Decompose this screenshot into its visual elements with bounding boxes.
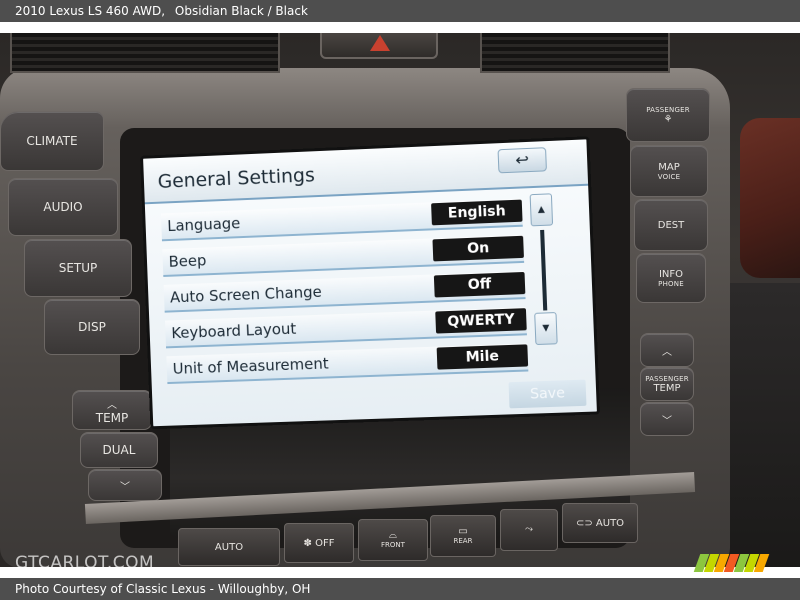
arrow-down-icon: ▼ <box>542 323 550 334</box>
front-defrost-icon: ⌓ <box>389 530 397 541</box>
dual-label: DUAL <box>102 443 136 457</box>
dual-button[interactable]: DUAL <box>80 432 158 468</box>
save-button[interactable]: Save <box>508 379 587 409</box>
hazard-icon <box>370 35 390 51</box>
settings-list: Language English Beep On Auto Screen Cha… <box>144 185 598 430</box>
map-label: MAP <box>658 161 680 173</box>
chevron-up-icon: ︿ <box>107 399 117 411</box>
wood-trim <box>740 118 800 278</box>
setup-button[interactable]: SETUP <box>24 239 132 297</box>
scroll-track[interactable] <box>540 229 548 311</box>
back-button[interactable]: ↩ <box>497 147 547 174</box>
fan-off-button[interactable]: ✽ OFF <box>284 523 354 563</box>
passenger-temp-down-button[interactable]: ﹀ <box>640 402 694 436</box>
arrow-up-icon: ▲ <box>537 204 546 216</box>
auto-recirc-button[interactable]: ⊂⊃ AUTO <box>562 503 638 543</box>
setting-value: On <box>432 235 524 262</box>
gtcarlot-logo <box>693 554 773 572</box>
auto-label: AUTO <box>214 541 244 553</box>
chevron-up-icon: ︿ <box>662 346 672 358</box>
setting-row-auto-screen-change[interactable]: Auto Screen Change Off <box>163 270 526 313</box>
hazard-button[interactable] <box>320 33 438 59</box>
caption-bottom-bar: Photo Courtesy of Classic Lexus - Willou… <box>0 578 800 600</box>
passenger-temp-up-button[interactable]: ︿ <box>640 333 694 367</box>
passenger-temp-label-1: PASSENGER <box>645 374 689 383</box>
setting-label: Keyboard Layout <box>171 319 297 343</box>
disp-button[interactable]: DISP <box>44 299 140 355</box>
photo-credit: Photo Courtesy of Classic Lexus - Willou… <box>15 582 311 596</box>
dest-button[interactable]: DEST <box>634 199 708 251</box>
setting-row-beep[interactable]: Beep On <box>162 234 525 277</box>
setup-label: SETUP <box>58 261 98 275</box>
rear-label: REAR <box>453 537 473 545</box>
setting-row-unit-of-measurement[interactable]: Unit of Measurement Mile <box>166 343 529 385</box>
setting-label: Language <box>166 214 241 236</box>
vehicle-color: Obsidian Black / Black <box>174 4 308 18</box>
passenger-label: PASSENGER <box>646 105 690 114</box>
setting-label: Auto Screen Change <box>169 282 323 307</box>
phone-label: PHONE <box>658 279 684 288</box>
seat-icon: ⚘ <box>663 113 673 125</box>
setting-row-keyboard-layout[interactable]: Keyboard Layout QWERTY <box>165 307 527 349</box>
temp-up-button[interactable]: ︿ TEMP <box>72 390 152 430</box>
setting-value: QWERTY <box>435 308 527 334</box>
fan-icon: ✽ <box>303 537 312 549</box>
air-vent-mode-button[interactable]: ⤳ <box>500 509 558 551</box>
passenger-seat-button[interactable]: PASSENGER ⚘ <box>626 88 710 142</box>
info-phone-button[interactable]: INFO PHONE <box>636 253 706 303</box>
climate-label: CLIMATE <box>26 134 78 148</box>
scroll-up-button[interactable]: ▲ <box>529 193 554 227</box>
dest-label: DEST <box>657 219 685 231</box>
recirc-group: ⊂⊃ AUTO <box>576 518 624 529</box>
navigation-screen: General Settings ↩ Language English Beep… <box>140 136 601 430</box>
caption-top-bar: 2010 Lexus LS 460 AWD, Obsidian Black / … <box>0 0 800 22</box>
dashboard-photo: CLIMATE AUDIO SETUP DISP ︿ TEMP DUAL ﹀ P… <box>0 33 800 567</box>
voice-label: VOICE <box>657 172 681 181</box>
off-label: OFF <box>315 537 335 549</box>
setting-value: Mile <box>436 344 529 370</box>
car-recirc-icon: ⊂⊃ <box>575 517 593 529</box>
setting-value: Off <box>433 271 526 298</box>
passenger-temp-label-panel: PASSENGER TEMP <box>640 367 694 401</box>
fan-off-group: ✽ OFF <box>304 538 335 549</box>
front-label: FRONT <box>381 541 405 549</box>
setting-label: Unit of Measurement <box>172 354 329 378</box>
audio-button[interactable]: AUDIO <box>8 178 118 236</box>
setting-label: Beep <box>168 251 207 271</box>
screen-title: General Settings <box>157 164 316 193</box>
auto-climate-button[interactable]: AUTO <box>178 528 280 566</box>
passenger-temp-label-2: TEMP <box>653 382 681 394</box>
right-air-vent <box>480 33 670 73</box>
setting-row-language[interactable]: Language English <box>160 198 523 242</box>
airflow-icon: ⤳ <box>525 524 533 535</box>
climate-button[interactable]: CLIMATE <box>0 111 104 171</box>
watermark: GTCARLOT.COM <box>15 553 155 573</box>
setting-value: English <box>431 199 523 226</box>
left-air-vent <box>10 33 280 73</box>
chevron-down-icon: ﹀ <box>662 415 672 427</box>
front-defrost-button[interactable]: ⌓ FRONT <box>358 519 428 561</box>
audio-label: AUDIO <box>43 200 83 214</box>
map-voice-button[interactable]: MAP VOICE <box>630 145 708 197</box>
disp-label: DISP <box>78 320 106 334</box>
scroll-down-button[interactable]: ▼ <box>534 312 558 346</box>
auto-right-label: AUTO <box>595 517 625 529</box>
info-label: INFO <box>658 268 684 280</box>
rear-defrost-button[interactable]: ▭ REAR <box>430 515 496 557</box>
chevron-down-icon: ﹀ <box>120 481 130 493</box>
rear-defrost-icon: ▭ <box>458 526 468 537</box>
vehicle-title: 2010 Lexus LS 460 AWD, <box>15 4 166 18</box>
temp-down-button[interactable]: ﹀ <box>88 469 162 501</box>
back-arrow-icon: ↩ <box>515 149 530 170</box>
temp-label: TEMP <box>95 410 129 425</box>
